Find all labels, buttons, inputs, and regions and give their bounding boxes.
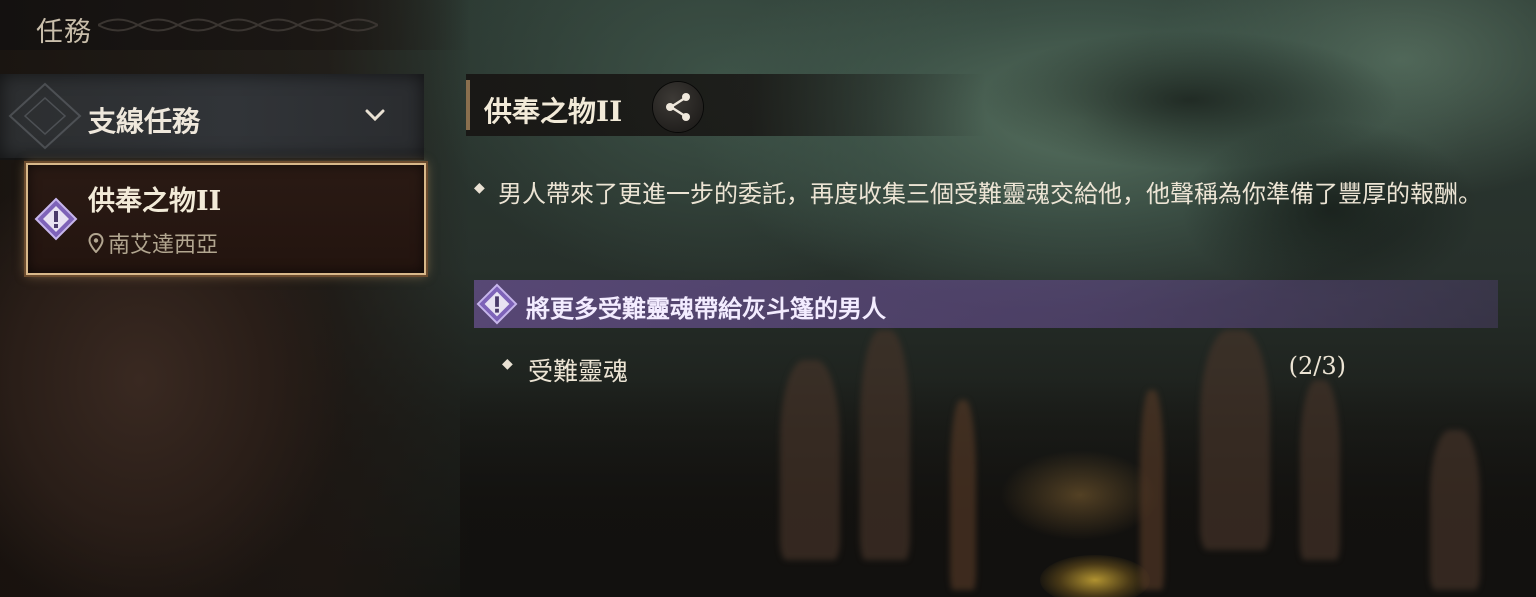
location-pin-icon (88, 233, 104, 253)
ornament-decoration (98, 18, 378, 32)
chevron-down-icon[interactable] (364, 108, 386, 122)
quest-title: 供奉之物II (88, 186, 222, 217)
quest-detail-title: 供奉之物II (484, 95, 623, 128)
header-accent-bar (466, 80, 470, 130)
task-label: 受難靈魂 (528, 357, 629, 386)
quest-description: 男人帶來了更進一步的委託，再度收集三個受難靈魂交給他，他聲稱為你準備了豐厚的報酬… (498, 180, 1482, 208)
bullet-diamond-icon: ◆ (474, 180, 485, 196)
exclamation-diamond-icon (34, 197, 78, 241)
share-icon (666, 93, 690, 121)
quest-location: 南艾達西亞 (88, 227, 218, 259)
task-progress: (2/3) (1288, 352, 1346, 380)
screen-title: 任務 (36, 17, 92, 48)
category-side-quests[interactable]: 支線任務 (0, 74, 424, 160)
objective-task-row: ◆ 受難靈魂 (2/3) (500, 350, 1360, 386)
bullet-diamond-icon: ◆ (502, 356, 513, 372)
category-label: 支線任務 (88, 105, 201, 138)
quest-objective: 將更多受難靈魂帶給灰斗篷的男人 (474, 280, 1498, 328)
quest-list-item[interactable]: 供奉之物II 南艾達西亞 (26, 163, 426, 275)
quest-location-label: 南艾達西亞 (108, 233, 219, 258)
exclamation-diamond-icon (476, 283, 518, 325)
objective-text: 將更多受難靈魂帶給灰斗篷的男人 (526, 294, 886, 323)
quest-detail-header: 供奉之物II (466, 74, 986, 136)
top-bar: 任務 (0, 0, 470, 50)
category-ornament (8, 82, 82, 150)
share-button[interactable] (653, 82, 703, 132)
